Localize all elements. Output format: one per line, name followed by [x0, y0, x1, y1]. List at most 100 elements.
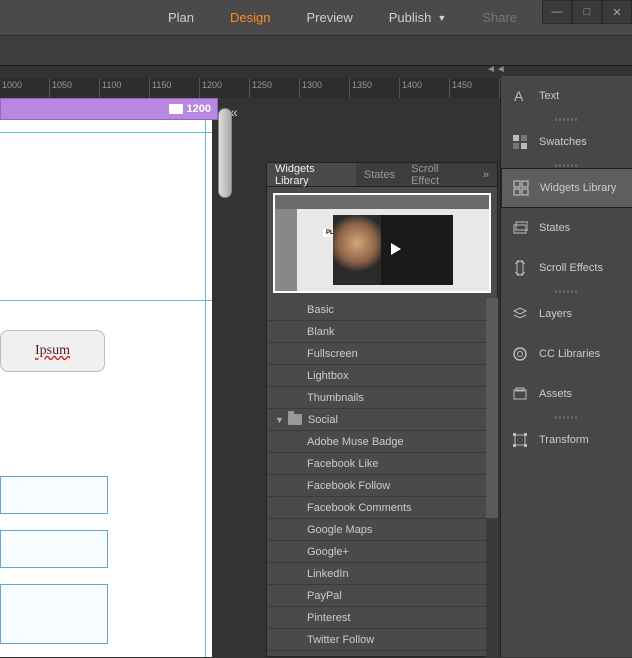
rail-text[interactable]: A Text: [501, 76, 632, 116]
ruler-tick: 1250: [252, 80, 272, 90]
design-canvas[interactable]: Ipsum: [0, 120, 212, 657]
rail-label: Widgets Library: [540, 182, 616, 194]
guide-horizontal[interactable]: [0, 300, 212, 301]
widget-item-label: Facebook Follow: [307, 480, 390, 492]
widget-item[interactable]: Pinterest: [267, 607, 497, 629]
rail-states[interactable]: States: [501, 208, 632, 248]
widget-item-label: Facebook Comments: [307, 502, 412, 514]
widget-item[interactable]: Twitter Follow: [267, 629, 497, 651]
tab-widgets-library[interactable]: Widgets Library: [267, 163, 356, 186]
disclosure-triangle-icon: ▼: [275, 415, 284, 425]
rail-swatches[interactable]: Swatches: [501, 122, 632, 162]
close-button[interactable]: ✕: [602, 0, 632, 24]
breakpoint-handle[interactable]: [218, 108, 232, 198]
widget-item-label: Google Maps: [307, 524, 372, 536]
rail-transform[interactable]: Transform: [501, 420, 632, 460]
rail-collapse-icon[interactable]: ◄◄: [486, 64, 500, 76]
scroll-effects-icon: [511, 259, 529, 277]
rail-label: Text: [539, 90, 559, 102]
menu-share: Share: [464, 0, 535, 35]
widget-item[interactable]: Google+: [267, 541, 497, 563]
guide-horizontal[interactable]: [0, 132, 212, 133]
ruler-tick: 1400: [402, 80, 422, 90]
widget-item-label: Social: [308, 414, 338, 426]
widget-category[interactable]: ▼ Social: [267, 409, 497, 431]
rail-label: Layers: [539, 308, 572, 320]
widget-item[interactable]: Fullscreen: [267, 343, 497, 365]
rail-cc-libraries[interactable]: CC Libraries: [501, 334, 632, 374]
rail-scroll-effects[interactable]: Scroll Effects: [501, 248, 632, 288]
widget-item-label: PayPal: [307, 590, 342, 602]
layers-icon: [511, 305, 529, 323]
assets-icon: [511, 385, 529, 403]
widget-item-label: Lightbox: [307, 370, 349, 382]
rail-assets[interactable]: Assets: [501, 374, 632, 414]
text-frame[interactable]: Ipsum: [0, 330, 105, 372]
swatches-icon: [511, 133, 529, 151]
widget-item[interactable]: Facebook Comments: [267, 497, 497, 519]
rail-widgets-library[interactable]: Widgets Library: [501, 168, 632, 208]
widget-item[interactable]: LinkedIn: [267, 563, 497, 585]
ruler-tick: 1100: [102, 80, 121, 90]
folder-icon: [288, 414, 302, 425]
widget-item[interactable]: Google Maps: [267, 519, 497, 541]
widget-item-label: LinkedIn: [307, 568, 349, 580]
menu-design[interactable]: Design: [212, 0, 288, 35]
right-panel-rail: A Text Swatches Widgets Library States S…: [500, 76, 632, 657]
minimize-button[interactable]: —: [542, 0, 572, 24]
widgets-library-panel: Widgets Library States Scroll Effect » P…: [266, 162, 498, 657]
menu-plan[interactable]: Plan: [150, 0, 212, 35]
play-icon: [391, 243, 401, 255]
widget-item[interactable]: PayPal: [267, 585, 497, 607]
rail-label: Scroll Effects: [539, 262, 603, 274]
panel-expand-icon[interactable]: »: [475, 163, 497, 186]
widget-item-label: Fullscreen: [307, 348, 358, 360]
states-icon: [511, 219, 529, 237]
widget-item[interactable]: Facebook Follow: [267, 475, 497, 497]
top-menu-bar: Plan Design Preview Publish ▼ Share — □ …: [0, 0, 632, 36]
widget-item[interactable]: Thumbnails: [267, 387, 497, 409]
form-field[interactable]: [0, 476, 108, 514]
widget-item-label: Thumbnails: [307, 392, 364, 404]
menu-publish[interactable]: Publish ▼: [371, 0, 465, 35]
maximize-button[interactable]: □: [572, 0, 602, 24]
ruler-tick: 1300: [302, 80, 322, 90]
widget-item-label: Blank: [307, 326, 335, 338]
chevron-down-icon: ▼: [437, 13, 446, 23]
widget-item[interactable]: Basic: [267, 299, 497, 321]
widget-item[interactable]: Blank: [267, 321, 497, 343]
rail-label: States: [539, 222, 570, 234]
cc-libraries-icon: [511, 345, 529, 363]
scrollbar-thumb[interactable]: [486, 298, 498, 518]
ruler-tick: 1150: [152, 80, 171, 90]
window-controls: — □ ✕: [542, 0, 632, 24]
widgets-panel-tabs: Widgets Library States Scroll Effect »: [267, 163, 497, 187]
menu-preview[interactable]: Preview: [289, 0, 371, 35]
tab-scroll-effect[interactable]: Scroll Effect: [403, 163, 475, 186]
rail-layers[interactable]: Layers: [501, 294, 632, 334]
ruler-tick: 1350: [352, 80, 372, 90]
widget-item-label: Twitter Follow: [307, 634, 374, 646]
guide-vertical[interactable]: [205, 120, 206, 657]
widgets-list: Basic Blank Fullscreen Lightbox Thumbnails ▼ S…: [267, 299, 497, 656]
breakpoint-bar[interactable]: 1200: [0, 98, 218, 120]
rail-label: Assets: [539, 388, 572, 400]
widget-item[interactable]: Facebook Like: [267, 453, 497, 475]
widget-item[interactable]: Adobe Muse Badge: [267, 431, 497, 453]
widget-preview-thumbnail[interactable]: PLURALIST: [273, 193, 491, 293]
ruler-tick: 1450: [452, 80, 472, 90]
form-field[interactable]: [0, 584, 108, 644]
ruler-tick: 1050: [52, 80, 72, 90]
ruler-tick: 1000: [2, 80, 22, 90]
tab-states[interactable]: States: [356, 163, 403, 186]
widget-item-label: Basic: [307, 304, 334, 316]
widget-item-label: Pinterest: [307, 612, 350, 624]
transform-icon: [511, 431, 529, 449]
form-field[interactable]: [0, 530, 108, 568]
rail-label: CC Libraries: [539, 348, 600, 360]
canvas-scrollbar[interactable]: [486, 298, 498, 658]
widget-preview: PLURALIST: [267, 187, 497, 299]
widget-item-label: Google+: [307, 546, 349, 558]
widget-item[interactable]: Lightbox: [267, 365, 497, 387]
widget-item-label: Facebook Like: [307, 458, 379, 470]
